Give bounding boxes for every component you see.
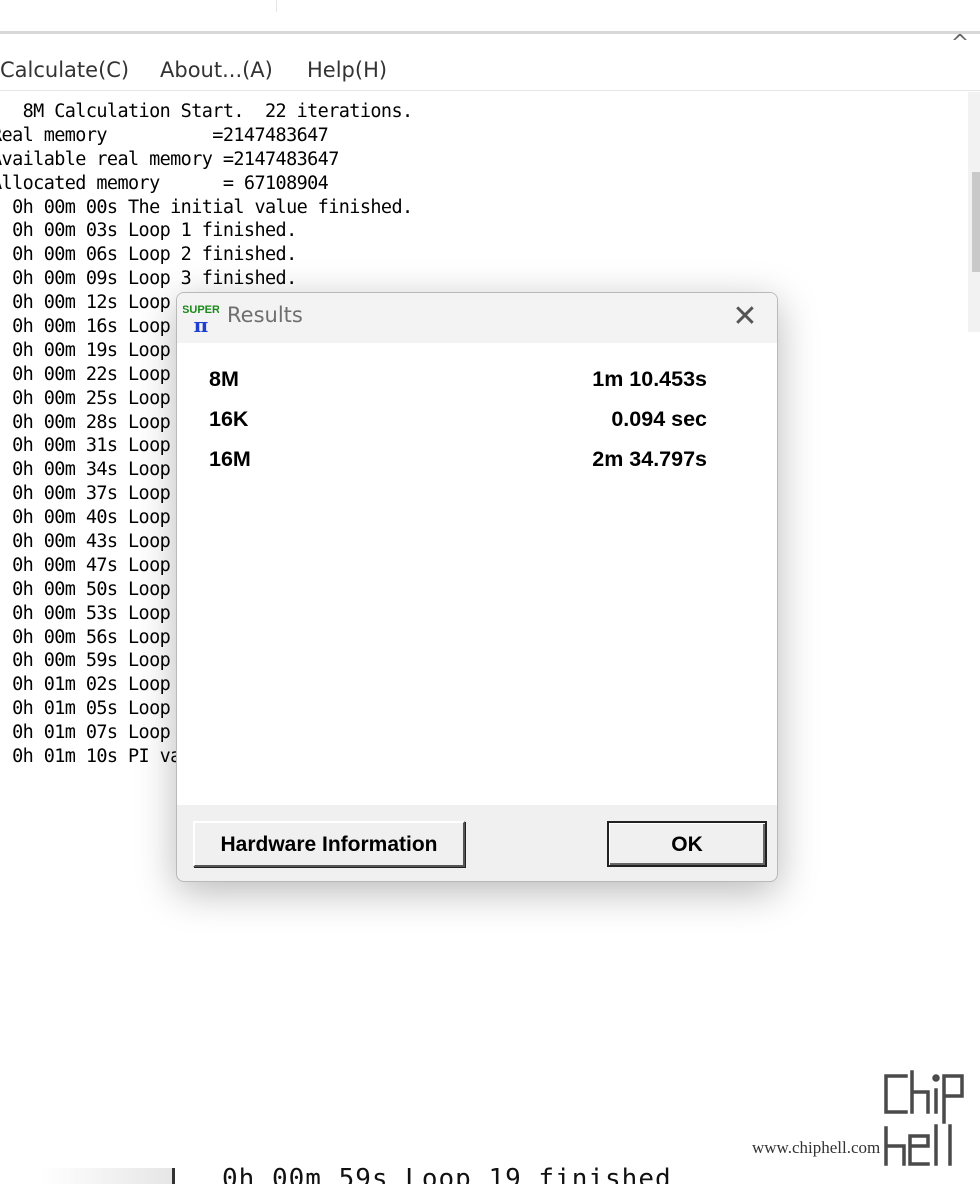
result-row: 16M 2m 34.797s [209,447,707,477]
console-line: Available real memory =2147483647 [0,148,339,170]
bottom-strip: 0h 00m 59s Loop 19 finished [0,1164,980,1184]
dialog-titlebar[interactable]: SUPER π Results ✕ [177,293,777,343]
results-panel: 8M 1m 10.453s 16K 0.094 sec 16M 2m 34.79… [177,343,777,805]
results-dialog: SUPER π Results ✕ 8M 1m 10.453s 16K 0.09… [176,292,778,882]
super-pi-app-icon: SUPER π [183,304,219,335]
result-label: 8M [209,367,239,391]
window-top-strip [0,0,980,32]
console-line: 0h 00m 06s Loop 2 finished. [0,244,297,266]
result-value: 1m 10.453s [592,367,707,391]
scrollbar-thumb[interactable] [972,172,980,272]
chiphell-watermark-logo [882,1068,966,1168]
menu-help[interactable]: Help(H) [307,58,387,82]
vertical-scrollbar[interactable] [968,92,980,332]
ok-button[interactable]: OK [607,821,767,867]
top-divider [276,0,277,12]
svg-text:π: π [194,313,209,335]
console-line: Real memory =2147483647 [0,124,329,146]
hardware-information-button[interactable]: Hardware Information [193,821,465,867]
result-label: 16M [209,447,251,471]
result-row: 16K 0.094 sec [209,407,707,437]
menu-separator [0,90,980,91]
console-line: 0h 00m 03s Loop 1 finished. [0,220,297,242]
title-border [0,31,980,34]
menu-bar: Calculate(C) About...(A) Help(H) [0,56,980,90]
menu-about[interactable]: About...(A) [160,58,273,82]
result-row: 8M 1m 10.453s [209,367,707,397]
close-icon[interactable]: ✕ [725,297,765,337]
result-value: 0.094 sec [611,407,707,431]
console-line: Allocated memory = 67108904 [0,172,329,194]
watermark-url: www.chiphell.com [752,1138,881,1157]
bottom-panel-edge [40,1168,175,1184]
dialog-title: Results [227,303,303,327]
console-line: 0h 00m 00s The initial value finished. [0,196,413,218]
result-label: 16K [209,407,249,431]
scroll-up-icon[interactable]: ^ [946,33,974,55]
console-line: 8M Calculation Start. 22 iterations. [0,101,414,122]
console-line: 0h 00m 09s Loop 3 finished. [0,268,297,290]
result-value: 2m 34.797s [592,447,707,471]
menu-calculate[interactable]: Calculate(C) [0,58,129,82]
bottom-console-fragment: 0h 00m 59s Loop 19 finished [222,1164,672,1184]
